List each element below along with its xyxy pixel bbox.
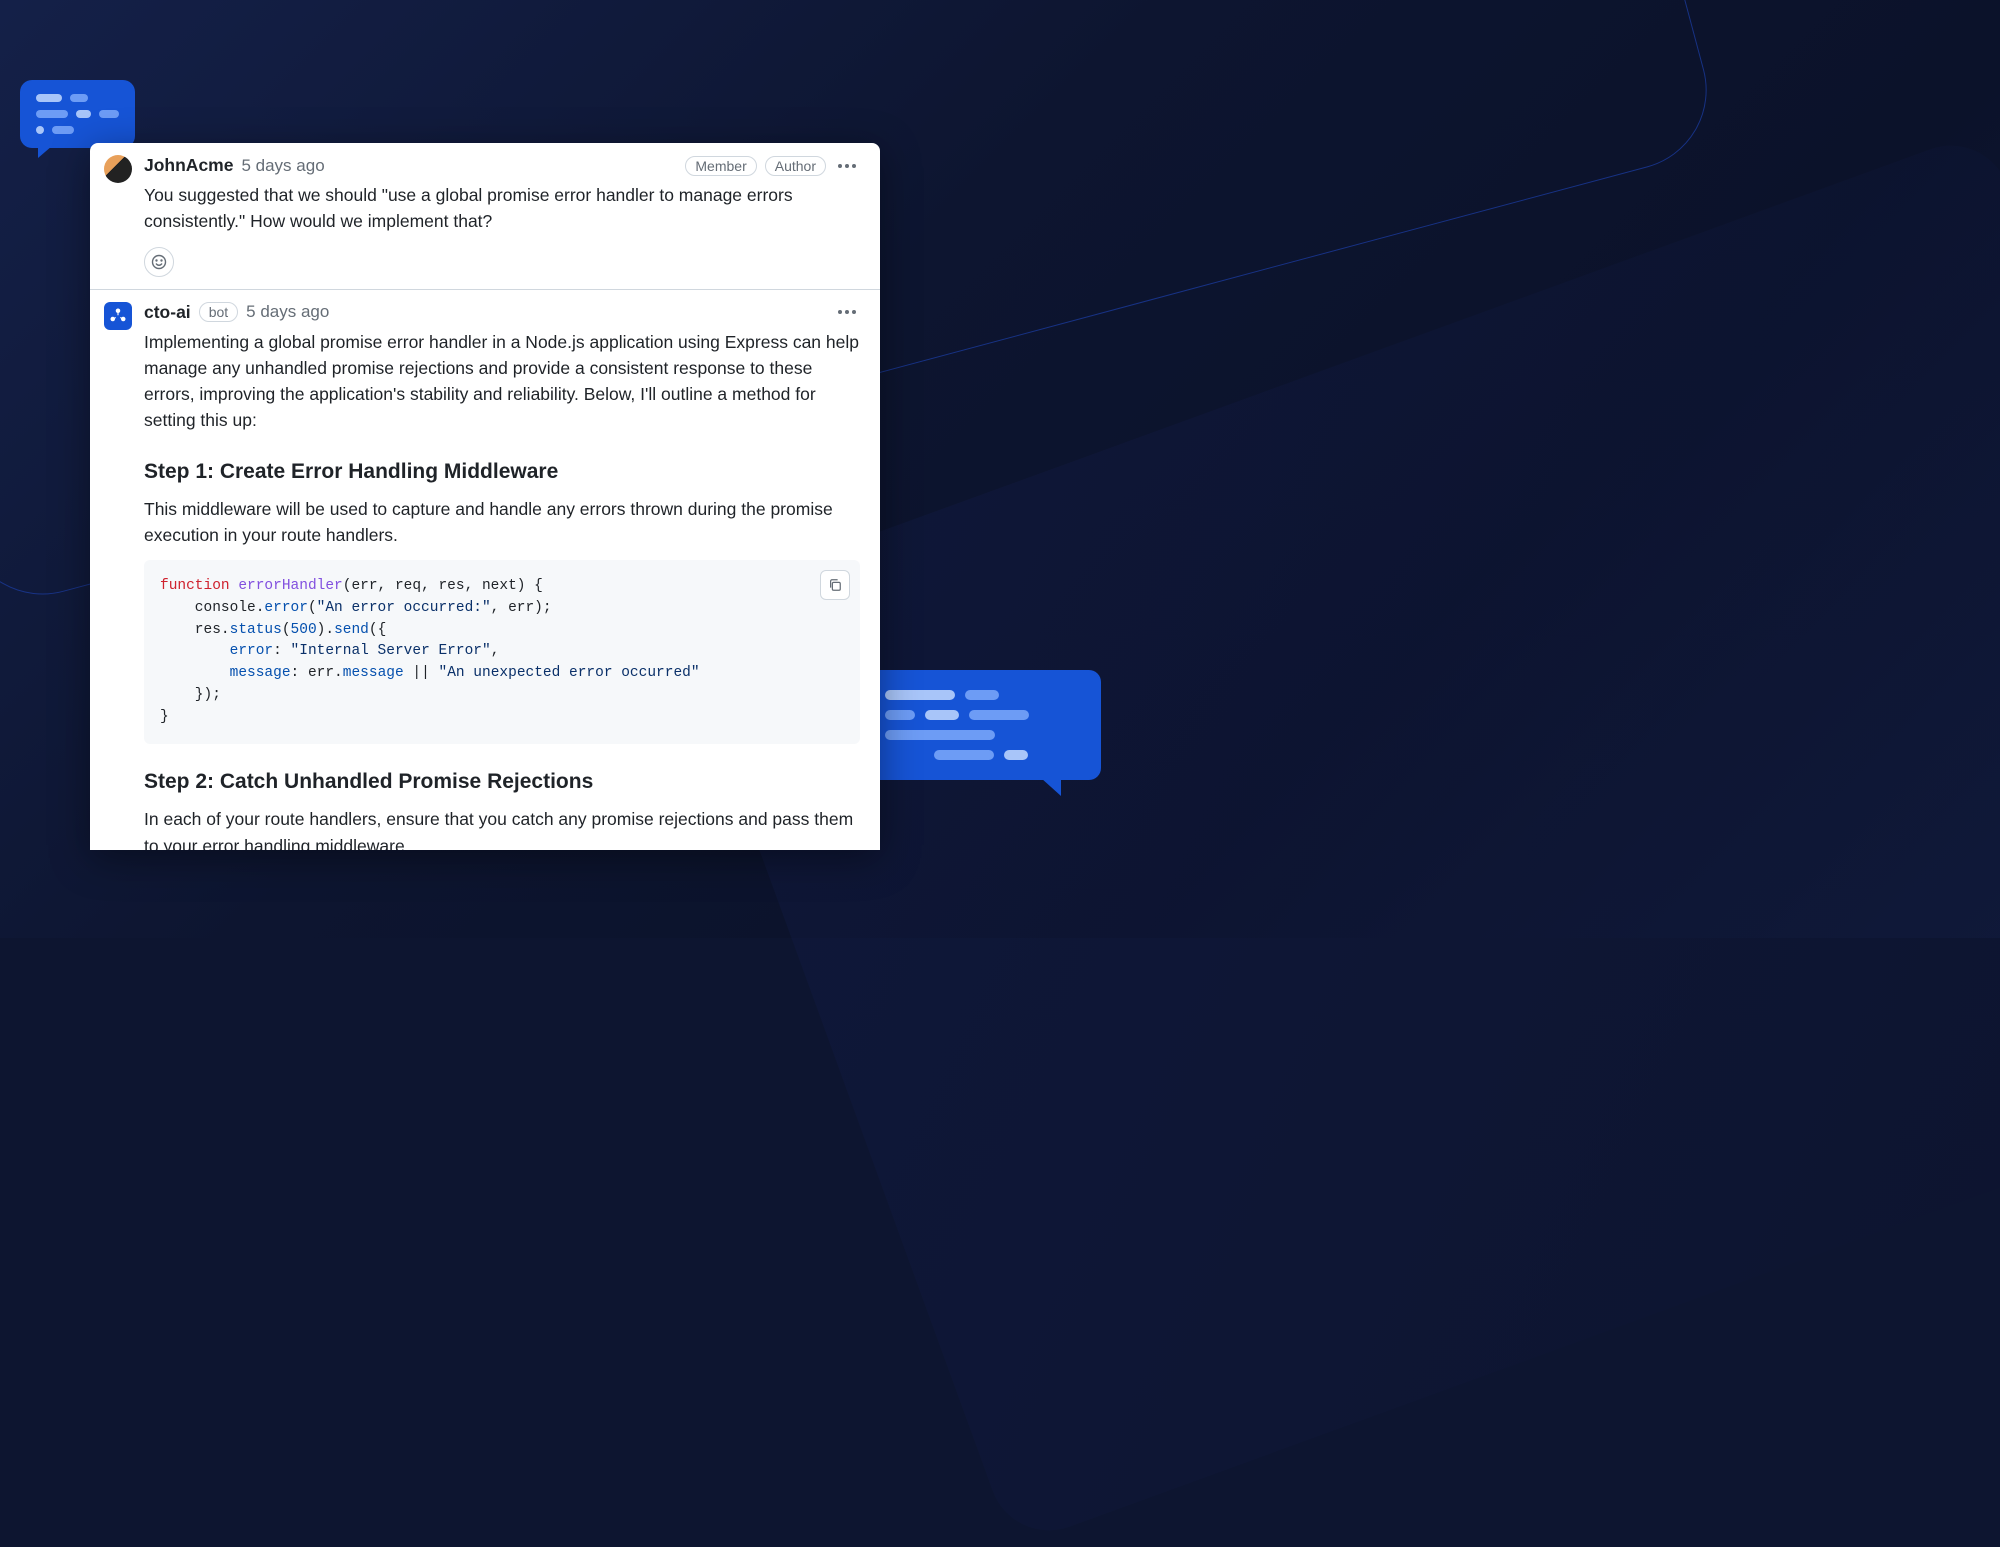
comment-body: Implementing a global promise error hand… <box>144 329 860 434</box>
comment-thread-card: JohnAcme 5 days ago Member Author You su… <box>90 143 880 850</box>
comment-header: cto-ai bot 5 days ago <box>144 302 860 323</box>
smiley-icon <box>151 254 167 270</box>
bot-icon <box>109 307 127 325</box>
timestamp: 5 days ago <box>246 302 329 322</box>
comment-body: You suggested that we should "use a glob… <box>144 182 860 235</box>
chat-bubble-icon <box>861 670 1101 780</box>
more-options-icon[interactable] <box>834 160 860 172</box>
username[interactable]: JohnAcme <box>144 155 233 176</box>
copy-icon <box>828 578 842 592</box>
step-heading: Step 1: Create Error Handling Middleware <box>144 460 860 484</box>
timestamp: 5 days ago <box>241 156 324 176</box>
add-reaction-button[interactable] <box>144 247 174 277</box>
code-block: function errorHandler(err, req, res, nex… <box>144 560 860 744</box>
chat-bubble-icon <box>20 80 135 148</box>
step-heading: Step 2: Catch Unhandled Promise Rejectio… <box>144 770 860 794</box>
bot-badge: bot <box>199 302 238 322</box>
step-text: This middleware will be used to capture … <box>144 496 860 549</box>
more-options-icon[interactable] <box>834 306 860 318</box>
comment: cto-ai bot 5 days ago Implementing a glo… <box>90 290 880 851</box>
avatar[interactable] <box>104 155 132 183</box>
comment: JohnAcme 5 days ago Member Author You su… <box>90 143 880 289</box>
role-badge: Author <box>765 156 826 176</box>
step-text: In each of your route handlers, ensure t… <box>144 806 860 850</box>
username[interactable]: cto-ai <box>144 302 191 323</box>
copy-button[interactable] <box>820 570 850 600</box>
avatar[interactable] <box>104 302 132 330</box>
comment-header: JohnAcme 5 days ago Member Author <box>144 155 860 176</box>
role-badge: Member <box>685 156 756 176</box>
